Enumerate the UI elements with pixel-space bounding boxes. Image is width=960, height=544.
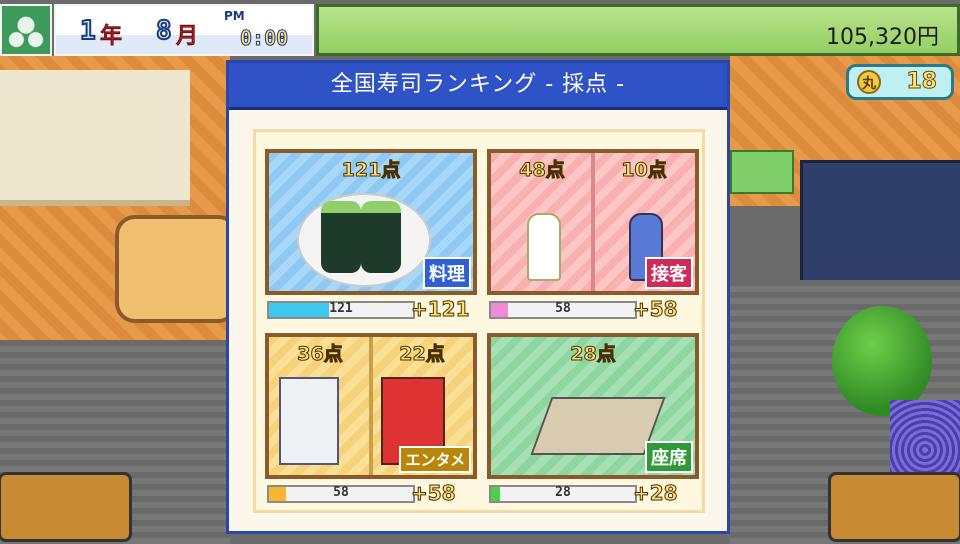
month-unit: 月 [176, 24, 199, 50]
score-label: 28点 [570, 343, 616, 366]
progress-bar: 58 [489, 301, 637, 319]
sushi-counter [115, 215, 238, 323]
clock-time: 0:00 [239, 26, 289, 51]
date-display: 1 年 8 月 PM 0:00 [54, 4, 314, 56]
money-amount: 105,320円 [826, 25, 939, 50]
left-menu-button[interactable] [0, 472, 132, 542]
bar-value: 121 [329, 301, 353, 316]
score-label: 22点 [399, 343, 445, 366]
year-unit: 年 [100, 24, 123, 50]
score-label: 121点 [341, 159, 401, 182]
vending-machine [279, 377, 339, 465]
hedge [730, 150, 794, 194]
ranking-dialog: 全国寿司ランキング - 採点 - 121点 料理 121 +121 48点 10… [226, 60, 730, 534]
progress-bar: 28 [489, 485, 637, 503]
cooking-panel: 121点 料理 [265, 149, 477, 295]
entertainment-panel: 36点 22点 エンタメ [265, 333, 477, 479]
score-increase: +58 [633, 297, 679, 322]
coin-counter[interactable]: 丸 18 [846, 64, 954, 100]
right-menu-button[interactable] [828, 472, 960, 542]
sushi-piece [321, 201, 361, 273]
score-label: 10点 [621, 159, 667, 182]
score-increase: +28 [633, 481, 679, 506]
progress-bar: 121 [267, 301, 415, 319]
category-badge: 座席 [645, 441, 693, 473]
ampm-label: PM [224, 9, 245, 23]
money-display: 105,320円 [316, 4, 960, 56]
category-badge: 料理 [423, 257, 471, 289]
score-label: 36点 [297, 343, 343, 366]
staff-figure [527, 213, 561, 281]
score-increase: +121 [411, 297, 471, 322]
seating-panel: 28点 座席 [487, 333, 699, 479]
dialog-title: 全国寿司ランキング - 採点 - [229, 63, 727, 110]
score-label: 48点 [519, 159, 565, 182]
bar-value: 58 [555, 301, 571, 316]
shop-entrance [800, 160, 960, 286]
service-panel: 48点 10点 接客 [487, 149, 699, 295]
pine-crest-icon [0, 4, 52, 56]
category-badge: 接客 [645, 257, 693, 289]
sushi-piece [361, 201, 401, 273]
coin-count: 18 [906, 69, 938, 95]
month-number: 8 [155, 15, 173, 47]
progress-bar: 58 [267, 485, 415, 503]
category-badge: エンタメ [399, 446, 471, 473]
score-increase: +58 [411, 481, 457, 506]
bar-value: 58 [333, 485, 349, 500]
counter-wall [0, 70, 190, 206]
bar-value: 28 [555, 485, 571, 500]
year-number: 1 [79, 15, 97, 47]
coin-icon: 丸 [857, 70, 881, 94]
